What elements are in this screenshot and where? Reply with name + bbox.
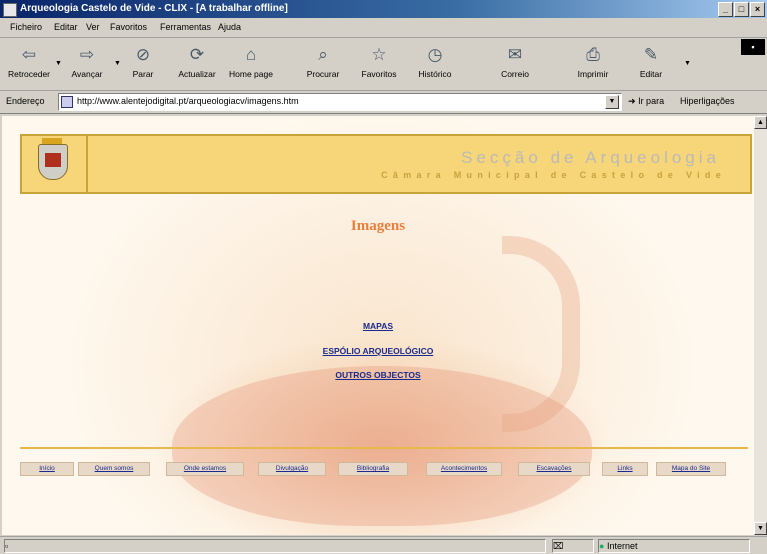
link-espolio-arqueologico[interactable]: ESPÓLIO ARQUEOLÓGICO bbox=[2, 346, 754, 356]
address-bar: Endereço http://www.alentejodigital.pt/a… bbox=[0, 91, 767, 114]
footer-link-onde-estamos[interactable]: Onde estamos bbox=[166, 462, 244, 476]
footer-link-escavacoes[interactable]: Escavações bbox=[518, 462, 590, 476]
stop-icon: ⊘ bbox=[135, 45, 151, 64]
page-viewport: Secção de Arqueologia Câmara Municipal d… bbox=[2, 116, 754, 535]
crest-frame bbox=[22, 136, 88, 192]
window-title: Arqueologia Castelo de Vide - CLIX - [A … bbox=[20, 3, 288, 14]
scroll-down-icon[interactable]: ▼ bbox=[754, 522, 767, 535]
jug-body-image bbox=[172, 366, 592, 526]
footer-link-mapa-do-site[interactable]: Mapa do Site bbox=[656, 462, 726, 476]
footer-link-divulgacao[interactable]: Divulgação bbox=[258, 462, 326, 476]
link-mapas[interactable]: MAPAS bbox=[2, 321, 754, 331]
home-button[interactable]: ⌂ Home page bbox=[224, 42, 278, 86]
offline-icon: ⌧ bbox=[553, 541, 564, 551]
internet-globe-icon: ● bbox=[599, 541, 605, 551]
maximize-button[interactable]: □ bbox=[734, 2, 749, 17]
minimize-button[interactable]: _ bbox=[718, 2, 733, 17]
footer-divider bbox=[20, 447, 748, 449]
print-button[interactable]: ⎙ Imprimir bbox=[566, 42, 620, 86]
edit-icon: ✎ bbox=[643, 45, 659, 64]
zone-indicator: ● Internet bbox=[598, 539, 750, 553]
toolbar: ⇦ Retroceder ▼ ⇨ Avançar ▼ ⊘ Parar ⟳ Actuali… bbox=[0, 38, 767, 91]
mail-icon: ✉ bbox=[507, 45, 523, 64]
banner-title: Secção de Arqueologia bbox=[461, 148, 720, 167]
back-button[interactable]: ⇦ Retroceder bbox=[2, 42, 56, 86]
banner-subtitle: Câmara Municipal de Castelo de Vide bbox=[381, 170, 726, 180]
links-button[interactable]: Hiperligações bbox=[680, 96, 735, 106]
vertical-scrollbar[interactable]: ▲ ▼ bbox=[754, 116, 767, 535]
footer-link-links[interactable]: Links bbox=[602, 462, 648, 476]
footer-nav: Início Quem somos Onde estamos Divulgaçã… bbox=[20, 462, 748, 476]
page-icon bbox=[61, 96, 73, 108]
menu-editar[interactable]: Editar bbox=[54, 22, 78, 32]
go-label: Ir para bbox=[638, 96, 665, 106]
refresh-button[interactable]: ⟳ Actualizar bbox=[170, 42, 224, 86]
menu-ficheiro[interactable]: Ficheiro bbox=[10, 22, 42, 32]
scroll-up-icon[interactable]: ▲ bbox=[754, 116, 767, 129]
print-icon: ⎙ bbox=[586, 45, 600, 64]
search-button[interactable]: ⌕ Procurar bbox=[296, 42, 350, 86]
menu-ver[interactable]: Ver bbox=[86, 22, 100, 32]
title-bar: Arqueologia Castelo de Vide - CLIX - [A … bbox=[0, 0, 767, 18]
footer-link-inicio[interactable]: Início bbox=[20, 462, 74, 476]
history-icon: ◷ bbox=[427, 45, 443, 64]
coat-of-arms-icon bbox=[38, 144, 68, 180]
edit-button[interactable]: ✎ Editar bbox=[624, 42, 678, 86]
menu-ferramentas[interactable]: Ferramentas bbox=[160, 22, 211, 32]
favorites-icon: ☆ bbox=[371, 45, 387, 64]
forward-button[interactable]: ⇨ Avançar bbox=[60, 42, 114, 86]
footer-link-bibliografia[interactable]: Bibliografia bbox=[338, 462, 408, 476]
link-outros-objectos[interactable]: OUTROS OBJECTOS bbox=[2, 370, 754, 380]
browser-app-icon bbox=[3, 3, 17, 17]
forward-arrow-icon: ⇨ bbox=[79, 45, 95, 64]
search-icon: ⌕ bbox=[318, 45, 328, 64]
status-text: ▫ bbox=[4, 539, 546, 553]
menu-ajuda[interactable]: Ajuda bbox=[218, 22, 241, 32]
window-controls: _ □ × bbox=[718, 2, 765, 17]
offline-indicator: ⌧ bbox=[552, 539, 594, 553]
address-url: http://www.alentejodigital.pt/arqueologi… bbox=[77, 96, 299, 106]
close-button[interactable]: × bbox=[750, 2, 765, 17]
menu-bar: Ficheiro Editar Ver Favoritos Ferramenta… bbox=[0, 19, 767, 55]
edit-dropdown-arrow[interactable]: ▼ bbox=[684, 60, 691, 67]
footer-link-acontecimentos[interactable]: Acontecimentos bbox=[426, 462, 502, 476]
header-banner: Secção de Arqueologia Câmara Municipal d… bbox=[20, 134, 752, 194]
menu-favoritos[interactable]: Favoritos bbox=[110, 22, 147, 32]
page-status-icon: ▫ bbox=[5, 541, 9, 551]
history-button[interactable]: ◷ Histórico bbox=[408, 42, 462, 86]
page-title: Imagens bbox=[350, 218, 406, 234]
zone-label: Internet bbox=[606, 541, 638, 551]
address-dropdown-icon[interactable]: ▼ bbox=[605, 95, 619, 109]
mail-button[interactable]: ✉ Correio bbox=[488, 42, 542, 86]
home-icon: ⌂ bbox=[245, 45, 257, 64]
address-input[interactable]: http://www.alentejodigital.pt/arqueologi… bbox=[58, 93, 622, 111]
stop-button[interactable]: ⊘ Parar bbox=[116, 42, 170, 86]
refresh-icon: ⟳ bbox=[189, 45, 205, 64]
favorites-button[interactable]: ☆ Favoritos bbox=[352, 42, 406, 86]
footer-link-quem-somos[interactable]: Quem somos bbox=[78, 462, 150, 476]
back-arrow-icon: ⇦ bbox=[21, 45, 37, 64]
go-arrow-icon: ➜ bbox=[628, 96, 636, 106]
status-bar: ▫ ⌧ ● Internet bbox=[0, 536, 767, 554]
go-button[interactable]: ➜ Ir para bbox=[628, 96, 664, 107]
address-label: Endereço bbox=[6, 96, 45, 106]
